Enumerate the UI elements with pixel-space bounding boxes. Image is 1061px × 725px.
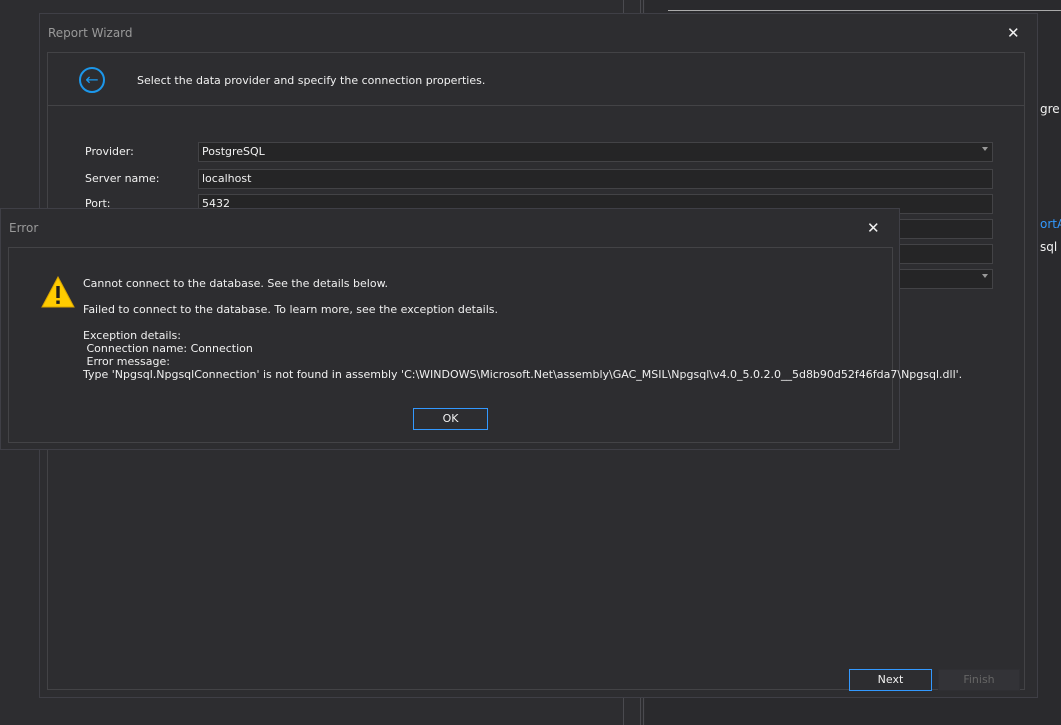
exception-details-header: Exception details: xyxy=(83,329,181,342)
provider-dropdown[interactable]: PostgreSQL xyxy=(198,142,993,162)
error-description: Failed to connect to the database. To le… xyxy=(83,303,499,316)
background-link[interactable]: ortAl xyxy=(1040,217,1061,231)
connection-name-text: Connection name: Connection xyxy=(83,342,253,355)
error-message-label: Error message: xyxy=(83,355,170,368)
error-summary: Cannot connect to the database. See the … xyxy=(83,277,389,290)
provider-value: PostgreSQL xyxy=(202,145,265,158)
chevron-down-icon xyxy=(982,147,988,151)
wizard-instruction: Select the data provider and specify the… xyxy=(137,74,486,87)
ok-button[interactable]: OK xyxy=(413,408,488,430)
provider-label: Provider: xyxy=(85,145,134,158)
wizard-title: Report Wizard xyxy=(48,26,133,40)
next-button[interactable]: Next xyxy=(849,669,932,691)
exception-text: Type 'Npgsql.NpgsqlConnection' is not fo… xyxy=(83,368,963,381)
error-dialog: Error ✕ Cannot connect to the database. … xyxy=(0,208,962,450)
warning-icon xyxy=(41,276,75,308)
background-text: gre xyxy=(1040,102,1060,116)
wizard-header: ← Select the data provider and specify t… xyxy=(48,53,1024,106)
server-name-value: localhost xyxy=(202,172,252,185)
wizard-close-icon[interactable]: ✕ xyxy=(1007,24,1020,42)
finish-button[interactable]: Finish xyxy=(938,669,1020,691)
error-content: Cannot connect to the database. See the … xyxy=(8,247,962,443)
server-name-input[interactable]: localhost xyxy=(198,169,993,189)
error-title: Error xyxy=(9,221,39,235)
background-line xyxy=(668,10,1061,11)
server-name-label: Server name: xyxy=(85,172,160,185)
background-text: sql xyxy=(1040,240,1058,254)
error-close-icon[interactable]: ✕ xyxy=(867,219,880,237)
chevron-down-icon xyxy=(982,274,988,278)
back-arrow-icon[interactable]: ← xyxy=(79,67,105,93)
